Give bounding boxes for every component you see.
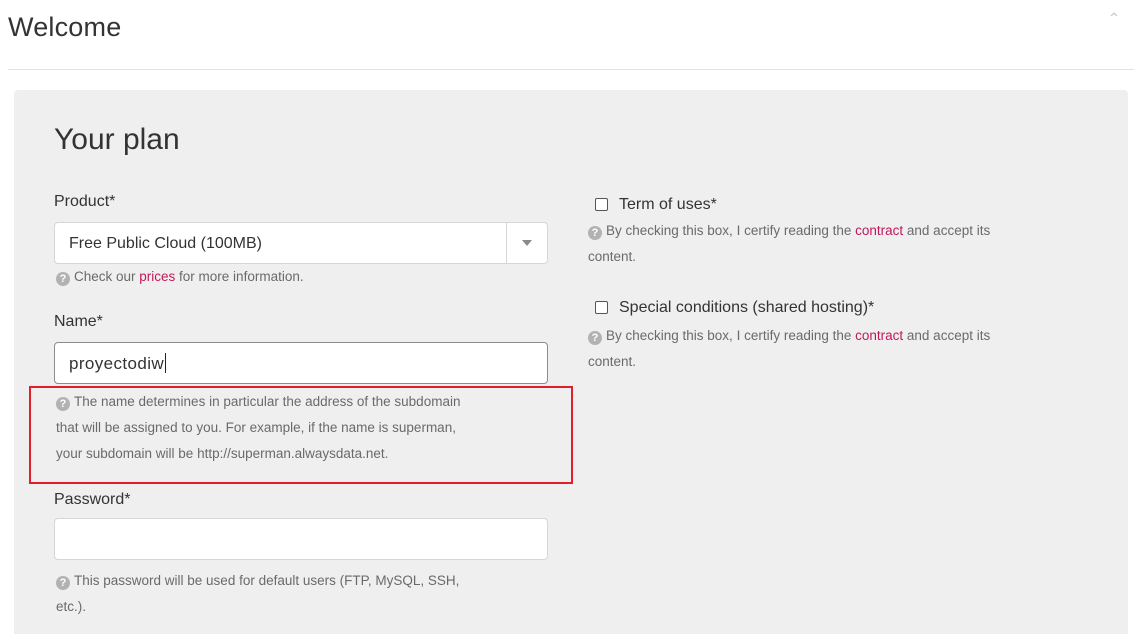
special-conditions-help: ? By checking this box, I certify reading…	[588, 323, 990, 375]
select-divider	[506, 223, 507, 263]
product-label: Product*	[54, 193, 116, 210]
name-help-line2: that will be assigned to you. For exampl…	[56, 420, 456, 435]
caret-down-icon[interactable]	[522, 240, 532, 246]
help-icon: ?	[56, 397, 70, 411]
help-icon: ?	[588, 331, 602, 345]
modal-title: Welcome	[8, 12, 122, 42]
product-select[interactable]: Free Public Cloud (100MB)	[54, 222, 548, 264]
signup-modal: Welcome Your plan Product* Free Public C…	[0, 0, 1134, 634]
contract-link[interactable]: contract	[855, 223, 903, 238]
help-icon: ?	[56, 576, 70, 590]
special-help-line1: ? By checking this box, I certify reading…	[588, 323, 990, 349]
password-help-line2: etc.).	[56, 599, 87, 614]
terms-help: ? By checking this box, I certify reading…	[588, 218, 990, 270]
terms-help-suffix: and accept its	[903, 223, 991, 238]
special-help-suffix: and accept its	[903, 328, 991, 343]
terms-checkbox[interactable]	[595, 198, 608, 211]
contract-link[interactable]: contract	[855, 328, 903, 343]
product-help-suffix: for more information.	[175, 269, 304, 284]
password-label: Password*	[54, 491, 131, 508]
name-value-text: proyectodiw	[69, 354, 165, 373]
text-cursor	[165, 353, 167, 373]
terms-help-prefix: By checking this box, I certify reading …	[606, 223, 856, 238]
terms-help-line2: content.	[588, 249, 637, 264]
header-divider	[8, 69, 1134, 70]
name-help-line3: your subdomain will be http://superman.a…	[56, 446, 389, 461]
special-help-prefix: By checking this box, I certify reading …	[606, 328, 856, 343]
terms-help-line1: ? By checking this box, I certify reading…	[588, 218, 990, 244]
password-input[interactable]	[54, 518, 548, 560]
modal-header: Welcome	[0, 0, 1134, 70]
help-icon: ?	[56, 272, 70, 286]
name-help-line1: ? The name determines in particular the a…	[56, 389, 460, 415]
name-input-value: proyectodiw	[69, 353, 167, 374]
name-help: ? The name determines in particular the a…	[56, 389, 460, 467]
product-selected-value: Free Public Cloud (100MB)	[69, 235, 262, 252]
password-help: ? This password will be used for default …	[56, 568, 459, 620]
special-help-line2: content.	[588, 354, 637, 369]
special-conditions-label[interactable]: Special conditions (shared hosting)*	[619, 299, 874, 317]
password-help-line1: ? This password will be used for default …	[56, 568, 459, 594]
product-help-prefix: Check our	[74, 269, 140, 284]
help-icon: ?	[588, 226, 602, 240]
chevron-up-icon[interactable]	[1108, 8, 1120, 20]
section-title: Your plan	[54, 123, 180, 156]
password-help-text1: This password will be used for default u…	[74, 573, 460, 588]
name-help-text1: The name determines in particular the ad…	[74, 394, 461, 409]
terms-label[interactable]: Term of uses*	[619, 196, 717, 214]
product-help: ? Check our prices for more information.	[56, 264, 304, 290]
special-conditions-checkbox[interactable]	[595, 301, 608, 314]
name-label: Name*	[54, 313, 103, 330]
prices-link[interactable]: prices	[139, 269, 175, 284]
name-input[interactable]: proyectodiw	[54, 342, 548, 384]
